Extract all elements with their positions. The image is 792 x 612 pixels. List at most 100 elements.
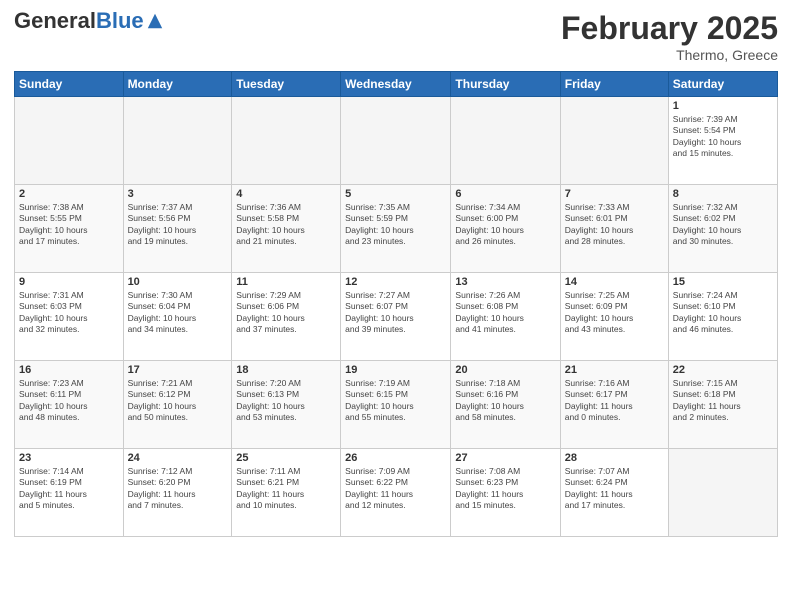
day-number: 7 (565, 188, 664, 200)
day-info: Sunrise: 7:30 AM Sunset: 6:04 PM Dayligh… (128, 290, 228, 336)
page: GeneralBlue February 2025 Thermo, Greece… (0, 0, 792, 612)
day-number: 20 (455, 364, 555, 376)
table-row: 16 Sunrise: 7:23 AM Sunset: 6:11 PM Dayli… (15, 361, 124, 449)
day-info: Sunrise: 7:19 AM Sunset: 6:15 PM Dayligh… (345, 378, 446, 424)
day-info: Sunrise: 7:08 AM Sunset: 6:23 PM Dayligh… (455, 466, 555, 512)
table-row: 9 Sunrise: 7:31 AM Sunset: 6:03 PM Daylig… (15, 273, 124, 361)
day-info: Sunrise: 7:32 AM Sunset: 6:02 PM Dayligh… (673, 202, 773, 248)
calendar-subtitle: Thermo, Greece (561, 47, 778, 63)
day-info: Sunrise: 7:21 AM Sunset: 6:12 PM Dayligh… (128, 378, 228, 424)
day-info: Sunrise: 7:18 AM Sunset: 6:16 PM Dayligh… (455, 378, 555, 424)
table-row: 27 Sunrise: 7:08 AM Sunset: 6:23 PM Dayli… (451, 449, 560, 537)
table-row (560, 97, 668, 185)
table-row: 7 Sunrise: 7:33 AM Sunset: 6:01 PM Daylig… (560, 185, 668, 273)
day-number: 21 (565, 364, 664, 376)
day-number: 8 (673, 188, 773, 200)
title-block: February 2025 Thermo, Greece (561, 10, 778, 63)
table-row: 26 Sunrise: 7:09 AM Sunset: 6:22 PM Dayli… (341, 449, 451, 537)
table-row (451, 97, 560, 185)
calendar-week-row: 2 Sunrise: 7:38 AM Sunset: 5:55 PM Daylig… (15, 185, 778, 273)
day-info: Sunrise: 7:36 AM Sunset: 5:58 PM Dayligh… (236, 202, 336, 248)
table-row: 8 Sunrise: 7:32 AM Sunset: 6:02 PM Daylig… (668, 185, 777, 273)
table-row: 6 Sunrise: 7:34 AM Sunset: 6:00 PM Daylig… (451, 185, 560, 273)
calendar-table: Sunday Monday Tuesday Wednesday Thursday… (14, 71, 778, 537)
table-row: 10 Sunrise: 7:30 AM Sunset: 6:04 PM Dayli… (123, 273, 232, 361)
day-number: 24 (128, 452, 228, 464)
day-info: Sunrise: 7:16 AM Sunset: 6:17 PM Dayligh… (565, 378, 664, 424)
day-number: 23 (19, 452, 119, 464)
day-number: 9 (19, 276, 119, 288)
table-row: 17 Sunrise: 7:21 AM Sunset: 6:12 PM Dayli… (123, 361, 232, 449)
day-info: Sunrise: 7:07 AM Sunset: 6:24 PM Dayligh… (565, 466, 664, 512)
day-info: Sunrise: 7:12 AM Sunset: 6:20 PM Dayligh… (128, 466, 228, 512)
day-info: Sunrise: 7:34 AM Sunset: 6:00 PM Dayligh… (455, 202, 555, 248)
day-number: 16 (19, 364, 119, 376)
day-number: 10 (128, 276, 228, 288)
day-number: 5 (345, 188, 446, 200)
header-monday: Monday (123, 72, 232, 97)
day-number: 22 (673, 364, 773, 376)
calendar-week-row: 23 Sunrise: 7:14 AM Sunset: 6:19 PM Dayli… (15, 449, 778, 537)
day-number: 27 (455, 452, 555, 464)
day-info: Sunrise: 7:31 AM Sunset: 6:03 PM Dayligh… (19, 290, 119, 336)
day-number: 26 (345, 452, 446, 464)
table-row (668, 449, 777, 537)
day-info: Sunrise: 7:33 AM Sunset: 6:01 PM Dayligh… (565, 202, 664, 248)
table-row (341, 97, 451, 185)
table-row: 2 Sunrise: 7:38 AM Sunset: 5:55 PM Daylig… (15, 185, 124, 273)
day-info: Sunrise: 7:14 AM Sunset: 6:19 PM Dayligh… (19, 466, 119, 512)
table-row: 25 Sunrise: 7:11 AM Sunset: 6:21 PM Dayli… (232, 449, 341, 537)
logo: GeneralBlue (14, 10, 164, 32)
table-row (123, 97, 232, 185)
table-row: 3 Sunrise: 7:37 AM Sunset: 5:56 PM Daylig… (123, 185, 232, 273)
day-info: Sunrise: 7:09 AM Sunset: 6:22 PM Dayligh… (345, 466, 446, 512)
day-info: Sunrise: 7:38 AM Sunset: 5:55 PM Dayligh… (19, 202, 119, 248)
day-number: 14 (565, 276, 664, 288)
day-info: Sunrise: 7:37 AM Sunset: 5:56 PM Dayligh… (128, 202, 228, 248)
header-tuesday: Tuesday (232, 72, 341, 97)
day-info: Sunrise: 7:39 AM Sunset: 5:54 PM Dayligh… (673, 114, 773, 160)
logo-icon (146, 12, 164, 30)
table-row: 20 Sunrise: 7:18 AM Sunset: 6:16 PM Dayli… (451, 361, 560, 449)
day-number: 1 (673, 100, 773, 112)
calendar-week-row: 16 Sunrise: 7:23 AM Sunset: 6:11 PM Dayli… (15, 361, 778, 449)
table-row: 1 Sunrise: 7:39 AM Sunset: 5:54 PM Daylig… (668, 97, 777, 185)
day-info: Sunrise: 7:23 AM Sunset: 6:11 PM Dayligh… (19, 378, 119, 424)
day-info: Sunrise: 7:26 AM Sunset: 6:08 PM Dayligh… (455, 290, 555, 336)
day-number: 6 (455, 188, 555, 200)
table-row: 5Sunrise: 7:35 AM Sunset: 5:59 PM Daylig… (341, 185, 451, 273)
day-info: Sunrise: 7:27 AM Sunset: 6:07 PM Dayligh… (345, 290, 446, 336)
table-row: 12 Sunrise: 7:27 AM Sunset: 6:07 PM Dayli… (341, 273, 451, 361)
table-row: 22 Sunrise: 7:15 AM Sunset: 6:18 PM Dayli… (668, 361, 777, 449)
day-number: 3 (128, 188, 228, 200)
table-row: 15Sunrise: 7:24 AM Sunset: 6:10 PM Dayli… (668, 273, 777, 361)
table-row: 13Sunrise: 7:26 AM Sunset: 6:08 PM Dayli… (451, 273, 560, 361)
day-number: 18 (236, 364, 336, 376)
table-row: 23 Sunrise: 7:14 AM Sunset: 6:19 PM Dayli… (15, 449, 124, 537)
day-number: 28 (565, 452, 664, 464)
day-info: Sunrise: 7:24 AM Sunset: 6:10 PM Dayligh… (673, 290, 773, 336)
header-saturday: Saturday (668, 72, 777, 97)
day-number: 12 (345, 276, 446, 288)
day-number: 2 (19, 188, 119, 200)
day-number: 25 (236, 452, 336, 464)
calendar-week-row: 9 Sunrise: 7:31 AM Sunset: 6:03 PM Daylig… (15, 273, 778, 361)
calendar-week-row: 1 Sunrise: 7:39 AM Sunset: 5:54 PM Daylig… (15, 97, 778, 185)
header-friday: Friday (560, 72, 668, 97)
day-info: Sunrise: 7:15 AM Sunset: 6:18 PM Dayligh… (673, 378, 773, 424)
day-number: 19 (345, 364, 446, 376)
day-number: 11 (236, 276, 336, 288)
header-thursday: Thursday (451, 72, 560, 97)
day-number: 4 (236, 188, 336, 200)
table-row: 24 Sunrise: 7:12 AM Sunset: 6:20 PM Dayli… (123, 449, 232, 537)
table-row: 11Sunrise: 7:29 AM Sunset: 6:06 PM Dayli… (232, 273, 341, 361)
table-row: 4 Sunrise: 7:36 AM Sunset: 5:58 PM Daylig… (232, 185, 341, 273)
table-row: 28 Sunrise: 7:07 AM Sunset: 6:24 PM Dayli… (560, 449, 668, 537)
header-wednesday: Wednesday (341, 72, 451, 97)
day-info: Sunrise: 7:25 AM Sunset: 6:09 PM Dayligh… (565, 290, 664, 336)
day-info: Sunrise: 7:11 AM Sunset: 6:21 PM Dayligh… (236, 466, 336, 512)
day-info: Sunrise: 7:20 AM Sunset: 6:13 PM Dayligh… (236, 378, 336, 424)
table-row: 19 Sunrise: 7:19 AM Sunset: 6:15 PM Dayli… (341, 361, 451, 449)
header-sunday: Sunday (15, 72, 124, 97)
day-number: 17 (128, 364, 228, 376)
